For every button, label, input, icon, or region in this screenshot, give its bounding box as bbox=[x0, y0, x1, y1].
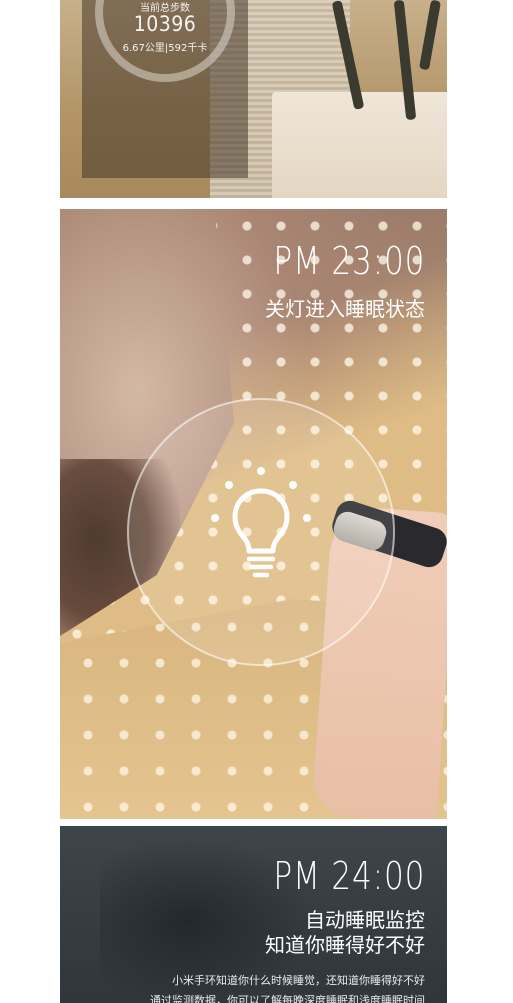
sleep-start-time: PM 23:00 bbox=[273, 239, 425, 283]
sleep-monitor-description: 小米手环知道你什么时候睡觉，还知道你睡得好不好 bbox=[172, 974, 425, 987]
sleep-monitor-headline: 自动睡眠监控 bbox=[305, 908, 425, 932]
sleep-start-caption: 关灯进入睡眠状态 bbox=[265, 297, 425, 321]
bag-strap bbox=[418, 0, 442, 71]
sleep-monitor-subheadline: 知道你睡得好不好 bbox=[265, 933, 425, 957]
steps-banner: 当前总步数 10396 6.67公里|592千卡 bbox=[60, 0, 447, 198]
sleep-monitor-description: 通过监测数据，你可以了解每晚深度睡眠和浅度睡眠时间 bbox=[150, 994, 425, 1003]
sleep-monitor-time: PM 24:00 bbox=[273, 854, 425, 898]
steps-distance-calories: 6.67公里|592千卡 bbox=[122, 43, 208, 54]
sleep-monitor-banner: PM 24:00 自动睡眠监控 知道你睡得好不好 小米手环知道你什么时候睡觉，还… bbox=[60, 826, 447, 1003]
lightbulb-icon bbox=[211, 467, 311, 578]
sleep-start-banner: PM 23:00 关灯进入睡眠状态 bbox=[60, 209, 447, 819]
steps-count: 10396 bbox=[133, 12, 197, 36]
